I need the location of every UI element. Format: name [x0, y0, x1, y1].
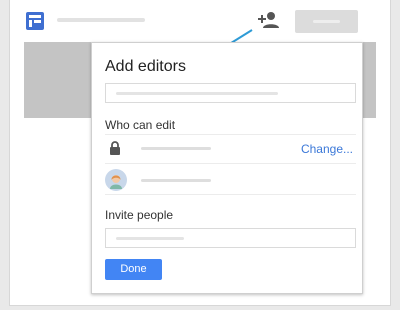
invite-people-input[interactable]	[105, 228, 356, 248]
editor-name-placeholder	[141, 179, 211, 182]
add-editors-input[interactable]	[105, 83, 356, 103]
change-link[interactable]: Change...	[301, 142, 353, 156]
invite-people-label: Invite people	[105, 208, 174, 222]
share-button-placeholder[interactable]	[295, 10, 358, 33]
owner-name-placeholder	[141, 147, 211, 150]
dialog-title: Add editors	[105, 58, 186, 75]
add-editors-dialog: Add editors Who can edit Change... Invit…	[91, 42, 363, 294]
divider	[105, 163, 356, 164]
person-add-icon[interactable]	[256, 11, 280, 29]
user-avatar-icon	[105, 169, 127, 191]
divider	[105, 134, 356, 135]
done-button[interactable]: Done	[105, 259, 162, 280]
app-logo-icon[interactable]	[26, 12, 44, 30]
divider	[105, 194, 356, 195]
who-can-edit-label: Who can edit	[105, 118, 176, 132]
lock-icon	[109, 141, 121, 156]
document-title-placeholder[interactable]	[57, 18, 145, 22]
